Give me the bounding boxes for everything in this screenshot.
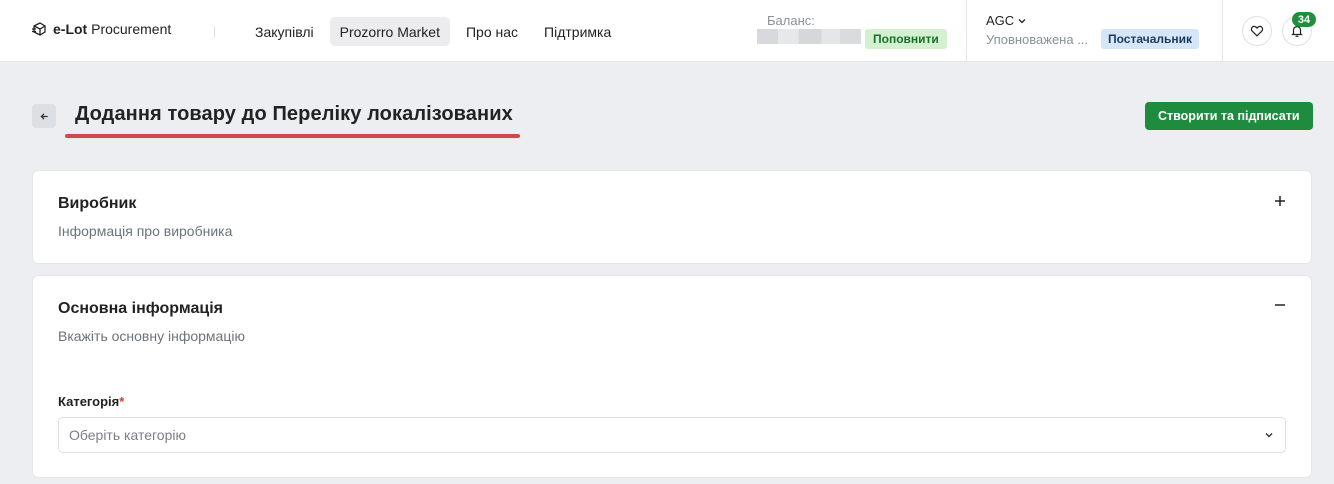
chevron-down-icon <box>1265 433 1273 438</box>
header-divider <box>1222 0 1223 62</box>
nav-item-support[interactable]: Підтримка <box>534 17 621 46</box>
section-title: Основна інформація <box>58 300 223 317</box>
page-title: Додання товару до Переліку локалізованих <box>75 103 513 125</box>
section-subtitle: Інформація про виробника <box>58 223 233 239</box>
header-divider <box>966 0 967 62</box>
section-title: Виробник <box>58 195 137 212</box>
header-divider <box>214 26 215 38</box>
notifications-count-badge: 34 <box>1292 12 1316 27</box>
balance-block: Баланс: Поповнити <box>757 12 957 52</box>
top-header: e-Lot Procurement Закупівлі Prozorro Mar… <box>0 0 1334 62</box>
category-placeholder: Оберіть категорію <box>69 427 186 443</box>
topup-button[interactable]: Поповнити <box>865 29 947 49</box>
user-name: AGC <box>986 13 1015 28</box>
plus-icon[interactable] <box>1273 194 1287 208</box>
favorites-button[interactable] <box>1242 16 1272 46</box>
logo[interactable]: e-Lot Procurement <box>31 21 171 37</box>
minus-icon[interactable] <box>1273 298 1287 312</box>
category-label: Категорія* <box>58 394 124 409</box>
user-name-dropdown[interactable]: AGC <box>986 13 1027 28</box>
category-label-text: Категорія <box>58 394 120 409</box>
create-and-sign-button[interactable]: Створити та підписати <box>1145 102 1313 130</box>
brand-name: e-Lot <box>53 21 88 37</box>
required-mark: * <box>119 394 125 409</box>
role-badge: Постачальник <box>1101 29 1199 49</box>
category-select[interactable]: Оберіть категорію <box>58 417 1286 453</box>
user-menu[interactable]: AGC Уповноважена ... Постачальник <box>986 12 1216 52</box>
nav-item-about[interactable]: Про нас <box>456 17 528 46</box>
manufacturer-section: Виробник Інформація про виробника <box>32 170 1312 264</box>
section-subtitle: Вкажіть основну інформацію <box>58 328 245 344</box>
basic-info-section: Основна інформація Вкажіть основну інфор… <box>32 275 1312 478</box>
logo-icon <box>32 22 46 36</box>
user-role: Уповноважена ... <box>986 32 1089 47</box>
brand-suffix: Procurement <box>91 21 172 37</box>
nav-item-prozorro-market[interactable]: Prozorro Market <box>329 17 450 46</box>
balance-label: Баланс: <box>767 13 815 28</box>
back-button[interactable] <box>32 104 56 128</box>
nav-item-procurements[interactable]: Закупівлі <box>245 17 324 46</box>
main-nav: Закупівлі Prozorro Market Про нас Підтри… <box>245 17 621 46</box>
title-highlight-underline <box>65 134 520 138</box>
heart-icon <box>1250 25 1264 37</box>
arrow-left-icon <box>39 112 48 120</box>
chevron-down-icon <box>1018 18 1026 23</box>
balance-value-redacted <box>757 29 861 44</box>
